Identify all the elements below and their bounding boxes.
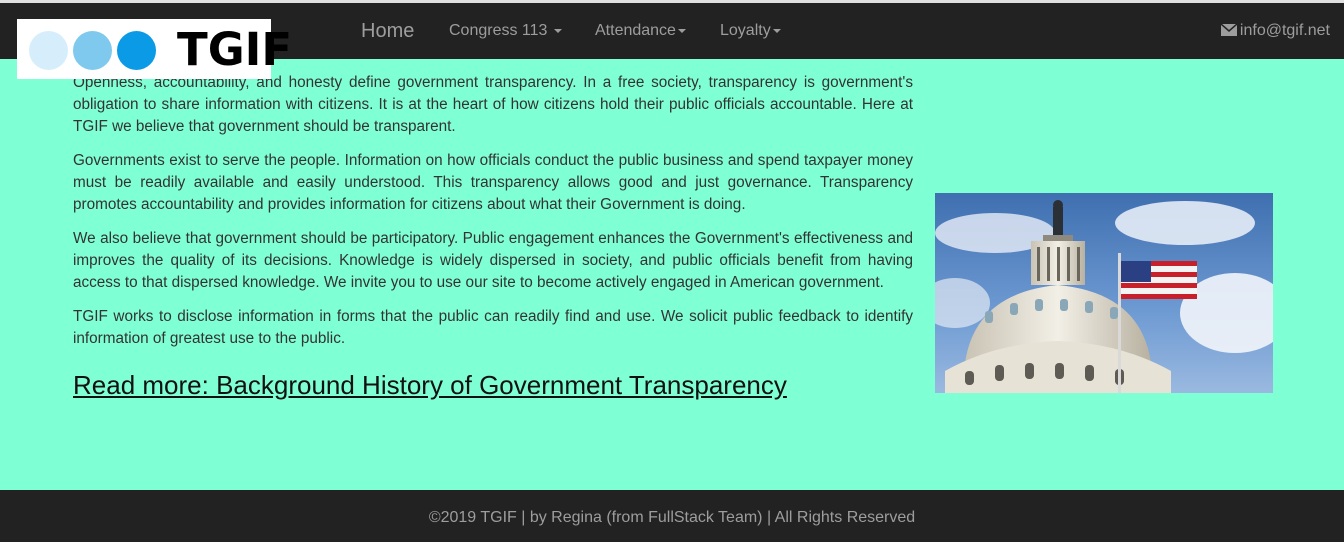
logo-circle-light xyxy=(29,31,68,70)
logo-circle-dark xyxy=(117,31,156,70)
intro-paragraph-1: Openness, accountability, and honesty de… xyxy=(73,74,913,135)
logo-circle-medium xyxy=(73,31,112,70)
tgif-logo[interactable]: TGIF xyxy=(17,19,292,79)
nav-home-label: Home xyxy=(361,20,415,42)
footer-copyright: ©2019 TGIF | by Regina (from FullStack T… xyxy=(428,509,916,526)
caret-down-icon xyxy=(772,28,781,33)
main-content: Openness, accountability, and honesty de… xyxy=(73,72,913,400)
nav-attendance-label: Attendance xyxy=(595,22,676,39)
logo-wordmark: TGIF xyxy=(177,23,293,76)
nav-home[interactable]: Home xyxy=(361,3,414,59)
capitol-dome-image xyxy=(935,193,1273,393)
caret-down-icon xyxy=(677,28,686,33)
envelope-icon xyxy=(1220,24,1237,36)
intro-paragraph-4: TGIF works to disclose information in fo… xyxy=(73,308,913,347)
caret-down-icon xyxy=(553,28,562,33)
read-more-link[interactable]: Read more: Background History of Governm… xyxy=(73,370,913,400)
nav-loyalty-dropdown[interactable]: Loyalty xyxy=(720,3,781,59)
footer: ©2019 TGIF | by Regina (from FullStack T… xyxy=(0,490,1344,542)
intro-paragraph-2: Governments exist to serve the people. I… xyxy=(73,152,913,213)
nav-email-label: info@tgif.net xyxy=(1239,22,1330,39)
nav-attendance-dropdown[interactable]: Attendance xyxy=(595,3,686,59)
nav-loyalty-label: Loyalty xyxy=(720,22,771,39)
intro-paragraph-3: We also believe that government should b… xyxy=(73,230,913,291)
nav-congress-dropdown[interactable]: Congress 113 xyxy=(449,3,562,59)
nav-congress-label: Congress 113 xyxy=(449,22,548,39)
nav-email-link[interactable]: info@tgif.net xyxy=(1220,3,1330,59)
